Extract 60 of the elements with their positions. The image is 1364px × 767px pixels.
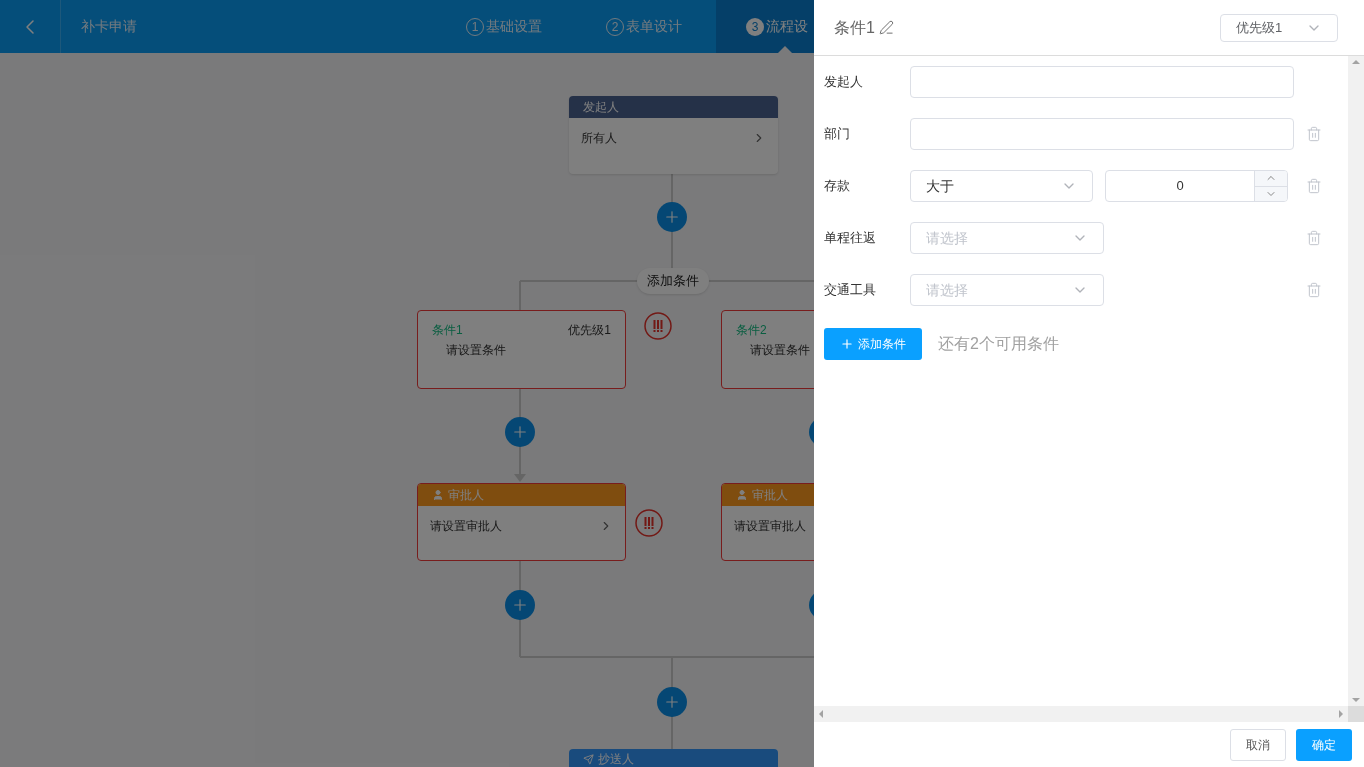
scroll-right-arrow-icon[interactable] bbox=[1339, 710, 1343, 718]
horizontal-scrollbar[interactable] bbox=[814, 706, 1348, 722]
node-title: 发起人 bbox=[583, 99, 619, 116]
edit-icon[interactable] bbox=[878, 20, 894, 35]
approver-value: 请设置审批人 bbox=[734, 518, 806, 535]
vertical-scrollbar[interactable] bbox=[1348, 56, 1364, 706]
page-title: 补卡申请 bbox=[81, 17, 137, 36]
condition-name: 条件2 bbox=[736, 322, 767, 339]
available-conditions-hint: 还有2个可用条件 bbox=[938, 334, 1059, 354]
person-icon bbox=[432, 489, 444, 501]
approver-node[interactable]: 审批人 请设置审批人 bbox=[417, 483, 626, 561]
plus-icon bbox=[663, 693, 681, 711]
plus-icon bbox=[840, 337, 854, 351]
delete-icon[interactable] bbox=[1306, 178, 1322, 194]
warning-icon bbox=[644, 312, 672, 340]
scroll-up-arrow-icon[interactable] bbox=[1352, 60, 1360, 64]
condition-node[interactable]: 条件2 请设置条件 bbox=[721, 310, 814, 389]
warning-icon bbox=[635, 509, 663, 537]
plus-icon bbox=[663, 208, 681, 226]
scroll-down-arrow-icon[interactable] bbox=[1352, 698, 1360, 702]
cc-node[interactable]: 抄送人 bbox=[569, 749, 778, 767]
plus-icon bbox=[511, 596, 529, 614]
node-title: 审批人 bbox=[752, 487, 788, 504]
number-field[interactable]: 0 bbox=[1105, 170, 1288, 202]
start-node[interactable]: 发起人 所有人 bbox=[569, 96, 778, 174]
condition-name: 条件1 bbox=[432, 322, 463, 339]
add-condition-button[interactable]: 添加条件 bbox=[637, 268, 709, 294]
delete-icon[interactable] bbox=[1306, 282, 1322, 298]
confirm-button[interactable]: 确定 bbox=[1296, 728, 1352, 761]
plus-icon bbox=[511, 423, 529, 441]
condition-node[interactable]: 条件1 优先级1 请设置条件 bbox=[417, 310, 626, 389]
add-node-button[interactable] bbox=[657, 687, 687, 717]
approver-value: 请设置审批人 bbox=[430, 518, 502, 535]
text-field[interactable] bbox=[910, 66, 1294, 98]
priority-select[interactable]: 优先级1 bbox=[1220, 13, 1338, 42]
paper-plane-icon bbox=[583, 753, 594, 765]
text-field[interactable] bbox=[910, 118, 1294, 150]
condition-summary: 请设置条件 bbox=[445, 342, 506, 359]
node-title: 审批人 bbox=[448, 487, 484, 504]
start-value: 所有人 bbox=[581, 130, 617, 147]
scroll-left-arrow-icon[interactable] bbox=[819, 710, 823, 718]
approver-node[interactable]: 审批人 请设置审批人 bbox=[721, 483, 814, 561]
node-title: 抄送人 bbox=[598, 752, 634, 766]
person-icon bbox=[736, 489, 748, 501]
field-label: 部门 bbox=[824, 125, 851, 144]
scrollbar-corner bbox=[1348, 706, 1364, 722]
delete-icon[interactable] bbox=[1306, 126, 1322, 142]
add-node-button[interactable] bbox=[657, 202, 687, 232]
delete-icon[interactable] bbox=[1306, 230, 1322, 246]
add-node-button[interactable] bbox=[505, 417, 535, 447]
field-label: 单程往返 bbox=[824, 229, 877, 248]
add-condition-button[interactable]: 添加条件 bbox=[824, 328, 922, 360]
field-label: 交通工具 bbox=[824, 281, 877, 300]
condition-summary: 请设置条件 bbox=[749, 342, 810, 359]
add-node-button[interactable] bbox=[505, 590, 535, 620]
field-label: 存款 bbox=[824, 177, 851, 196]
operator-select[interactable]: 大于 bbox=[910, 170, 1093, 202]
field-label: 发起人 bbox=[824, 73, 864, 92]
cancel-button[interactable]: 取消 bbox=[1230, 728, 1286, 761]
priority-label: 优先级1 bbox=[568, 322, 611, 339]
